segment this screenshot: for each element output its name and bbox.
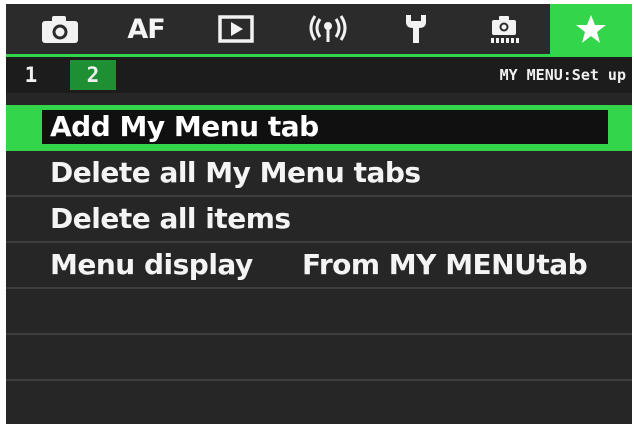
page-title: MY MENU:Set up	[499, 66, 626, 84]
menu-item-label: Add My Menu tab	[50, 110, 319, 143]
menu-item-value: From MY MENUtab	[302, 248, 588, 281]
custom-function-icon	[491, 16, 519, 43]
subtab-1[interactable]: 1	[16, 60, 46, 90]
menu-item-menu-display[interactable]: Menu display From MY MENUtab	[6, 243, 632, 289]
menu-item-add-my-menu-tab[interactable]: Add My Menu tab	[6, 105, 632, 151]
tab-playback[interactable]	[206, 4, 266, 54]
tab-wireless[interactable]	[298, 4, 358, 54]
wireless-icon	[309, 15, 347, 42]
star-icon	[576, 15, 606, 43]
wrench-icon	[406, 15, 426, 43]
empty-menu-row	[6, 335, 632, 381]
menu-item-delete-all-items[interactable]: Delete all items	[6, 197, 632, 243]
menu-item-delete-all-my-menu-tabs[interactable]: Delete all My Menu tabs	[6, 151, 632, 197]
empty-menu-row	[6, 289, 632, 335]
menu-list: Add My Menu tab Delete all My Menu tabs …	[6, 105, 632, 424]
tab-af[interactable]: AF	[116, 4, 176, 54]
empty-menu-row	[6, 381, 632, 424]
camera-menu-screen: AF 1 2 MY MENU:Set up Add My Menu tab De…	[6, 4, 632, 424]
camera-icon	[42, 16, 78, 43]
tab-setup[interactable]	[386, 4, 446, 54]
menu-item-label: Menu display	[50, 248, 253, 281]
tab-shooting[interactable]	[30, 4, 90, 54]
subtab-row: 1 2 MY MENU:Set up	[6, 57, 632, 93]
tab-my-menu[interactable]	[550, 4, 632, 54]
menu-item-label: Delete all items	[50, 202, 291, 235]
playback-icon	[218, 15, 254, 43]
menu-item-label: Delete all My Menu tabs	[50, 156, 421, 189]
tab-custom-functions[interactable]	[474, 4, 534, 54]
tab-af-label: AF	[127, 13, 165, 45]
menu-tab-bar: AF	[6, 4, 632, 54]
subtab-2[interactable]: 2	[70, 60, 116, 90]
